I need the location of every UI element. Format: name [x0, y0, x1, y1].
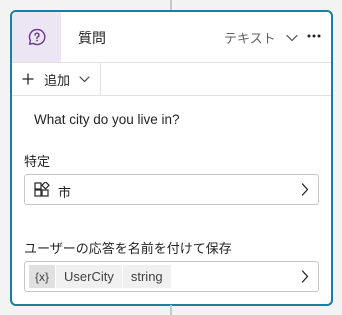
flow-connector-bottom	[170, 305, 172, 315]
chevron-right-icon	[301, 183, 309, 196]
chevron-down-icon	[285, 34, 298, 41]
flow-connector-top	[170, 0, 172, 10]
node-type-badge	[12, 12, 61, 62]
more-options-button[interactable]	[304, 26, 324, 46]
entity-blocks-icon	[34, 182, 50, 197]
question-prompt-text[interactable]: What city do you live in?	[34, 112, 180, 127]
node-header: 質問 テキスト	[12, 12, 331, 63]
variable-icon: {x}	[29, 265, 56, 288]
chevron-right-icon	[301, 270, 309, 283]
response-type-value: テキスト	[224, 31, 276, 46]
variable-type: string	[122, 265, 171, 288]
more-horizontal-icon	[307, 34, 321, 38]
add-button-label: 追加	[44, 72, 71, 88]
node-toolbar: 追加	[12, 63, 331, 96]
response-type-select[interactable]: テキスト	[224, 28, 298, 47]
question-bubble-icon	[28, 28, 45, 46]
add-button[interactable]: 追加	[12, 63, 101, 95]
variable-chip[interactable]: {x} UserCity string	[29, 265, 171, 288]
entity-selector[interactable]: 市	[24, 174, 319, 205]
plus-icon	[22, 73, 34, 85]
variable-name: UserCity	[56, 265, 122, 288]
question-node-card[interactable]: 質問 テキスト 追加 What city do you live in? 特定 …	[10, 10, 333, 306]
node-title: 質問	[78, 30, 106, 46]
variable-selector[interactable]: {x} UserCity string	[24, 261, 319, 292]
entity-value: 市	[58, 185, 72, 200]
save-response-label: ユーザーの応答を名前を付けて保存	[24, 241, 232, 256]
identify-label: 特定	[24, 154, 51, 169]
chevron-down-icon	[79, 75, 90, 82]
